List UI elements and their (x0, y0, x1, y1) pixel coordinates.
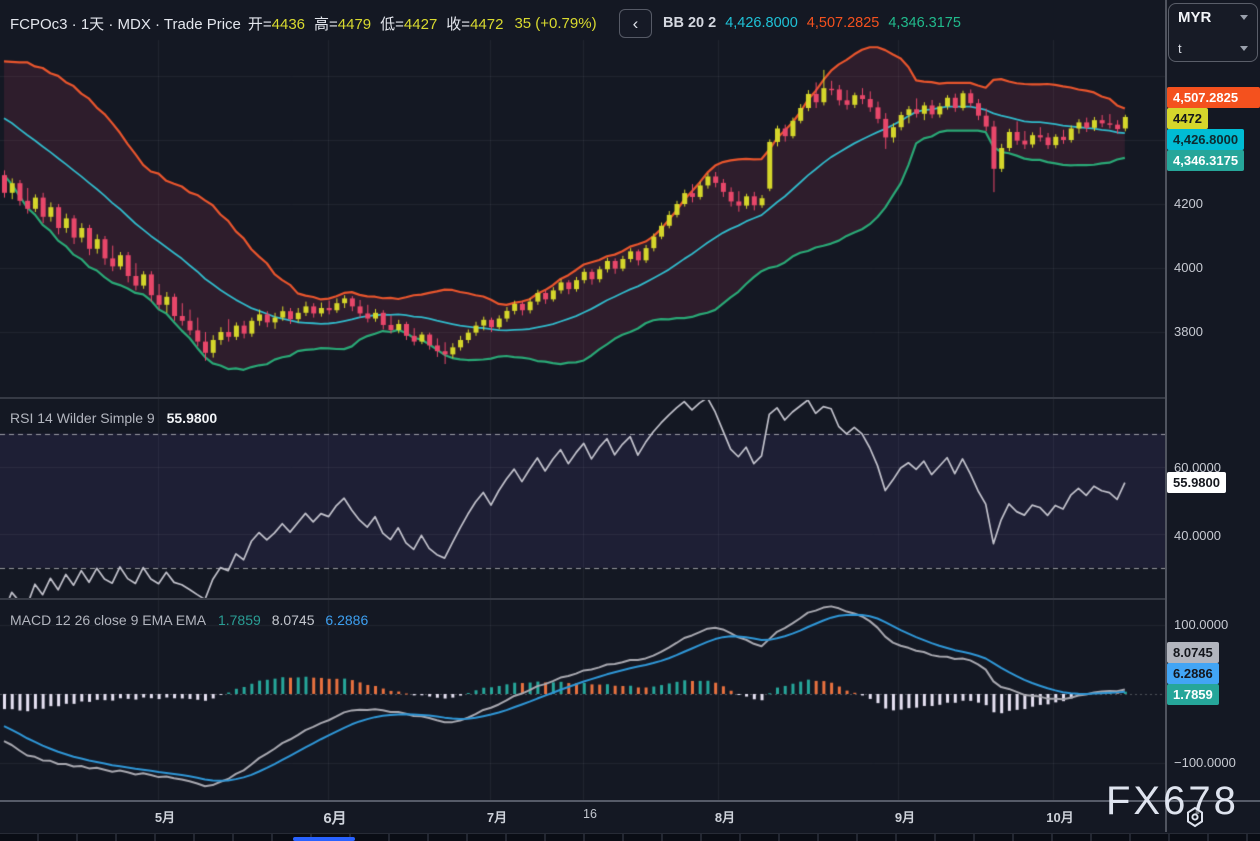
time-label: 7月 (467, 807, 527, 826)
rsi-value: 55.9800 (167, 410, 218, 426)
rsi-title: RSI 14 Wilder Simple 9 (10, 410, 155, 426)
bb-mid-value: 4,426.8000 (725, 15, 798, 31)
macd-title: MACD 12 26 close 9 EMA EMA (10, 612, 206, 628)
macd-legend[interactable]: MACD 12 26 close 9 EMA EMA 1.7859 8.0745… (10, 612, 368, 628)
currency-unit-box: MYR t (1168, 3, 1258, 62)
macd-tick: −100.0000 (1174, 755, 1236, 770)
price-tick: 4000 (1174, 260, 1203, 275)
unit-select[interactable]: t (1178, 41, 1248, 56)
time-label: 8月 (695, 807, 755, 826)
macd-line-value: 8.0745 (272, 612, 315, 628)
pane-divider-main-rsi[interactable] (0, 397, 1165, 399)
bb-lower-value: 4,346.3175 (888, 15, 961, 31)
pane-divider-rsi-macd[interactable] (0, 598, 1165, 600)
time-label: 6月 (305, 807, 365, 828)
time-label: 16 (560, 807, 620, 821)
change-value: 35 (+0.79%) (514, 15, 596, 32)
bb-label: BB 20 2 (663, 15, 716, 31)
scrollbar-thumb[interactable] (293, 837, 355, 841)
rsi-tick: 40.0000 (1174, 528, 1221, 543)
bb-lower-price-chip: 4,346.3175 (1167, 150, 1244, 171)
macd-signal-value: 6.2886 (325, 612, 368, 628)
price-tick: 3800 (1174, 324, 1203, 339)
chevron-left-icon: ‹ (633, 14, 639, 33)
chart-window: FCPOc3 · 1天 · MDX · Trade Price 开=4436 高… (0, 0, 1260, 841)
time-axis[interactable]: 5月 6月 7月 16 8月 9月 10月 (0, 802, 1260, 833)
price-tick: 4200 (1174, 196, 1203, 211)
watermark-text: FX678 (1106, 779, 1239, 824)
time-label: 5月 (135, 807, 195, 826)
currency-select[interactable]: MYR (1178, 9, 1248, 26)
gear-icon (1184, 806, 1206, 828)
bb-upper-value: 4,507.2825 (807, 15, 880, 31)
macd-hist-value: 1.7859 (218, 612, 261, 628)
ohlc-open: 开=4436 (248, 13, 307, 34)
chevron-down-icon (1240, 46, 1248, 51)
ohlc-low: 低=4427 (380, 13, 439, 34)
symbol-title[interactable]: FCPOc3 · 1天 · MDX · Trade Price (10, 13, 241, 34)
chevron-down-icon (1240, 15, 1248, 20)
bb-indicator-legend[interactable]: BB 20 2 4,426.8000 4,507.2825 4,346.3175 (663, 15, 961, 31)
time-axis-divider (0, 800, 1260, 802)
rsi-value-chip: 55.9800 (1167, 472, 1226, 493)
macd-hist-chip: 1.7859 (1167, 684, 1219, 705)
time-label: 9月 (875, 807, 935, 826)
back-button[interactable]: ‹ (619, 9, 652, 38)
last-price-chip: 4472 (1167, 108, 1208, 129)
bottom-scrollbar[interactable] (0, 833, 1260, 841)
bb-upper-price-chip: 4,507.2825 (1167, 87, 1260, 108)
time-label: 10月 (1030, 807, 1090, 826)
currency-label: MYR (1178, 9, 1211, 26)
macd-line-chip: 8.0745 (1167, 642, 1219, 663)
main-legend[interactable]: FCPOc3 · 1天 · MDX · Trade Price 开=4436 高… (10, 13, 597, 34)
macd-tick: 100.0000 (1174, 617, 1228, 632)
rsi-legend[interactable]: RSI 14 Wilder Simple 9 55.9800 (10, 410, 217, 426)
unit-label: t (1178, 41, 1182, 56)
ohlc-close: 收=4472 (446, 13, 505, 34)
bb-mid-price-chip: 4,426.8000 (1167, 129, 1244, 150)
macd-signal-chip: 6.2886 (1167, 663, 1219, 684)
ohlc-high: 高=4479 (314, 13, 373, 34)
